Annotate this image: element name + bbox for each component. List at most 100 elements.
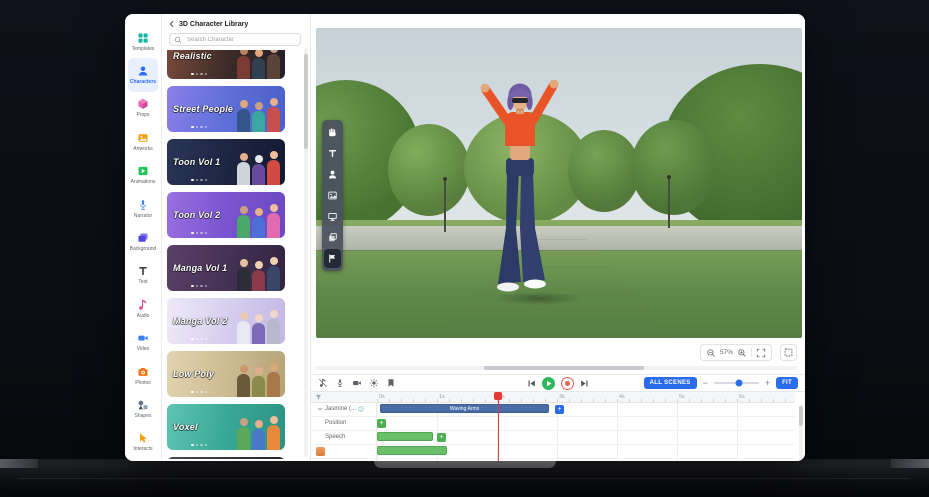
library-card-toon-vol-2[interactable]: Toon Vol 2: [167, 192, 285, 238]
library-card-partial[interactable]: [167, 457, 285, 459]
divider: [751, 348, 752, 357]
timeline-vscrollbar[interactable]: [799, 404, 803, 459]
laptop-keyboard-deck: [0, 468, 929, 497]
character-tool-button[interactable]: [324, 165, 341, 184]
card-figure: [267, 107, 280, 132]
sidebar-item-templates[interactable]: Templates: [128, 25, 158, 58]
layers-tool-button[interactable]: [324, 228, 341, 247]
sidebar-item-label: Characters: [130, 79, 156, 85]
search-input[interactable]: [185, 36, 296, 44]
library-card-manga-vol-1[interactable]: Manga Vol 1: [167, 245, 285, 291]
image-tool-button[interactable]: [324, 186, 341, 205]
sidebar-item-label: Props: [136, 112, 149, 118]
track-thumbnail[interactable]: [316, 447, 325, 456]
templates-icon: [137, 32, 149, 44]
snapshot-button[interactable]: [780, 344, 797, 361]
canvas-hscrollbar-thumb[interactable]: [484, 366, 644, 370]
timeline: 0s 1s 2s 3s 4s 5s 6s Jasmine (...: [311, 392, 805, 461]
skip-end-icon: [580, 379, 589, 388]
laptop-screen: Templates Characters Props Artworks Anim…: [0, 0, 929, 497]
fit-screen-icon[interactable]: [756, 348, 766, 358]
sidebar-item-props[interactable]: Props: [128, 92, 158, 125]
library-card-low-poly[interactable]: Low Poly: [167, 351, 285, 397]
timeline-vscrollbar-thumb[interactable]: [799, 406, 803, 426]
add-position-keyframe-button[interactable]: [377, 419, 386, 428]
skip-start-button[interactable]: [527, 379, 536, 388]
add-speech-button[interactable]: [437, 433, 446, 442]
speech-clip[interactable]: [377, 432, 433, 441]
sidebar-item-artworks[interactable]: Artworks: [128, 125, 158, 158]
playhead-line[interactable]: [498, 392, 499, 461]
fit-button[interactable]: FIT: [776, 377, 798, 389]
library-card-manga-vol-2[interactable]: Manga Vol 2: [167, 298, 285, 344]
sidebar: Templates Characters Props Artworks Anim…: [125, 14, 162, 461]
brightness-icon[interactable]: [369, 378, 379, 388]
canvas-hscrollbar[interactable]: [316, 366, 797, 370]
screen-tool-button[interactable]: [324, 207, 341, 226]
partial-clip[interactable]: [377, 446, 447, 455]
library-card-toon-vol-1[interactable]: Toon Vol 1: [167, 139, 285, 185]
playhead-handle[interactable]: [494, 392, 502, 400]
track-label-position[interactable]: Position: [325, 420, 346, 426]
play-icon: [542, 377, 555, 390]
back-icon[interactable]: [168, 20, 176, 28]
library-card-street-people[interactable]: Street People: [167, 86, 285, 132]
card-pagination-dots: [191, 73, 207, 76]
camera-icon[interactable]: [352, 378, 362, 388]
library-card-realistic[interactable]: Realistic: [167, 50, 285, 79]
card-figure: [267, 425, 280, 450]
sidebar-item-label: Audio: [137, 313, 150, 319]
mic-icon[interactable]: [335, 378, 345, 388]
timeline-zoom-in-button[interactable]: [765, 379, 770, 388]
ruler-label: 4s: [619, 394, 625, 400]
card-title: Toon Vol 2: [173, 210, 220, 220]
sidebar-item-label: Shapes: [135, 413, 152, 419]
sidebar-item-animations[interactable]: Animations: [128, 159, 158, 192]
timeline-zoom-slider[interactable]: [714, 382, 759, 384]
add-clip-button[interactable]: [555, 405, 564, 414]
library-card-voxel[interactable]: Voxel: [167, 404, 285, 450]
sidebar-item-label: Text: [138, 279, 147, 285]
filter-icon[interactable]: [315, 394, 322, 401]
music-icon[interactable]: [318, 378, 328, 388]
flag-tool-button[interactable]: [324, 249, 341, 268]
record-button[interactable]: [561, 377, 574, 390]
sidebar-item-narrator[interactable]: Narrator: [128, 192, 158, 225]
zoom-in-icon[interactable]: [737, 348, 747, 358]
card-title: Voxel: [173, 422, 198, 432]
sidebar-item-text[interactable]: Text: [128, 259, 158, 292]
all-scenes-button[interactable]: ALL SCENES: [644, 377, 697, 389]
zoom-level: 57%: [720, 349, 733, 356]
panel-scrollbar-thumb[interactable]: [304, 54, 308, 149]
track-label-speech[interactable]: Speech: [325, 434, 345, 440]
sidebar-item-video[interactable]: Video: [128, 326, 158, 359]
sidebar-item-background[interactable]: Background: [128, 225, 158, 258]
interacts-icon: [137, 432, 149, 444]
sidebar-item-photos[interactable]: Photos: [128, 359, 158, 392]
play-button[interactable]: [542, 377, 555, 390]
character-jasmine[interactable]: [456, 80, 584, 296]
track-label-character[interactable]: Jasmine (...: [317, 406, 364, 412]
sidebar-item-audio[interactable]: Audio: [128, 292, 158, 325]
slider-thumb[interactable]: [735, 380, 742, 387]
chevron-down-icon[interactable]: [317, 406, 323, 412]
text-icon: [137, 265, 149, 277]
flag-icon: [327, 253, 338, 264]
timeline-zoom-out-button[interactable]: [703, 379, 708, 388]
scene-canvas[interactable]: [316, 28, 802, 338]
skip-end-button[interactable]: [580, 379, 589, 388]
card-pagination-dots: [191, 338, 207, 341]
bookmark-icon[interactable]: [386, 378, 396, 388]
sidebar-item-label: Photos: [135, 380, 151, 386]
panel-scrollbar[interactable]: [304, 48, 308, 457]
info-icon[interactable]: [358, 406, 364, 412]
sidebar-item-characters[interactable]: Characters: [128, 58, 158, 91]
zoom-out-icon[interactable]: [706, 348, 716, 358]
search-box[interactable]: [169, 33, 301, 46]
animation-clip[interactable]: Waving Arms: [380, 404, 549, 413]
sidebar-item-shapes[interactable]: Shapes: [128, 392, 158, 425]
sidebar-item-interacts[interactable]: Interacts: [128, 426, 158, 459]
hand-tool-button[interactable]: [324, 123, 341, 142]
layers-icon: [327, 232, 338, 243]
text-tool-button[interactable]: [324, 144, 341, 163]
